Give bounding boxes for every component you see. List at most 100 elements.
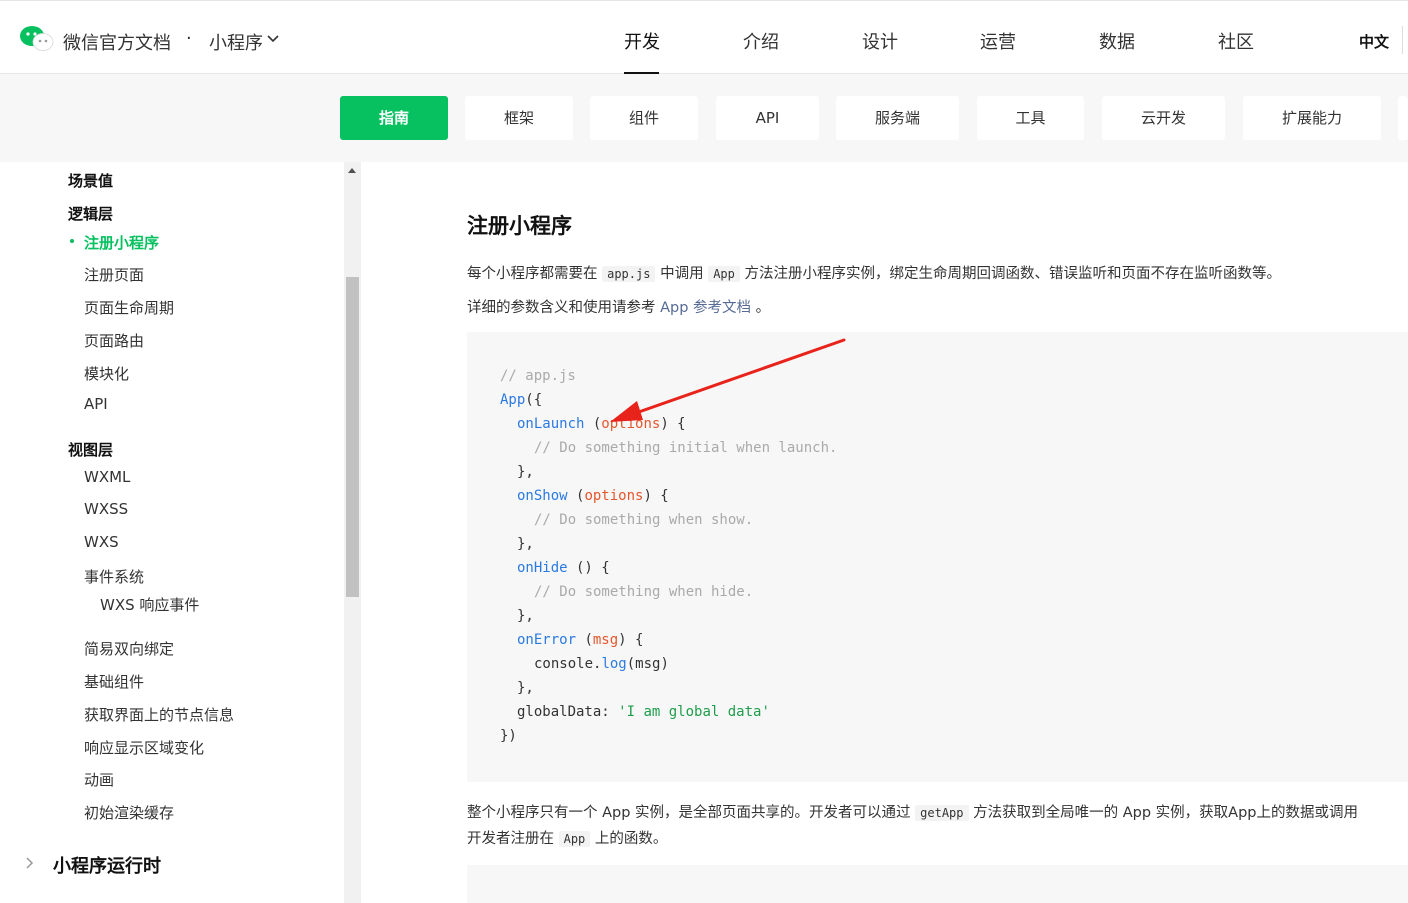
sidebar-item-page-route[interactable]: 页面路由 xyxy=(84,330,144,351)
code-line: console.log(msg) xyxy=(534,656,669,672)
code-text: ) { xyxy=(660,416,686,432)
code-line: }, xyxy=(517,464,534,480)
inline-code-app-2: App xyxy=(558,831,591,847)
code-comment: // Do something initial when launch. xyxy=(534,440,838,456)
app-instance-paragraph: 整个小程序只有一个 App 实例，是全部页面共享的。开发者可以通过 getApp… xyxy=(467,801,1358,822)
app-reference-link[interactable]: App 参考文档 xyxy=(660,300,751,316)
code-text: ( xyxy=(567,488,585,504)
tab-api[interactable]: API xyxy=(716,96,819,140)
brand-title[interactable]: 微信官方文档 xyxy=(63,29,171,55)
code-string: 'I am global data' xyxy=(618,704,770,720)
sidebar-item-modules[interactable]: 模块化 xyxy=(84,363,129,384)
sidebar-item-two-way-binding[interactable]: 简易双向绑定 xyxy=(84,638,174,659)
scroll-up-arrow-icon[interactable] xyxy=(348,168,356,173)
code-block-2 xyxy=(467,865,1408,903)
code-line: }, xyxy=(517,536,534,552)
nav-operation[interactable]: 运营 xyxy=(980,28,1016,54)
code-text: ({ xyxy=(525,392,543,408)
sidebar-item-wxml[interactable]: WXML xyxy=(84,468,130,486)
sidebar-item-scene[interactable]: 场景值 xyxy=(68,170,113,191)
intro-text-a: 每个小程序都需要在 xyxy=(467,266,598,282)
code-param: options xyxy=(584,488,644,504)
sidebar-item-page-lifecycle[interactable]: 页面生命周期 xyxy=(84,297,174,318)
inline-code-app: App xyxy=(708,266,740,282)
nav-data[interactable]: 数据 xyxy=(1099,28,1135,54)
app-instance-text-d: 上的函数。 xyxy=(594,831,668,847)
code-line: globalData: 'I am global data' xyxy=(517,704,770,720)
inline-code-app-js: app.js xyxy=(602,266,656,282)
code-comment: // Do something when hide. xyxy=(534,584,754,600)
code-text: ) { xyxy=(618,632,644,648)
tab-framework[interactable]: 框架 xyxy=(465,96,573,140)
code-line: onLaunch (options) { xyxy=(517,416,686,432)
tab-extensions[interactable]: 扩展能力 xyxy=(1243,96,1381,140)
code-text: globalData: xyxy=(517,704,619,720)
language-switch[interactable]: 中文 xyxy=(1359,31,1389,52)
code-text: ( xyxy=(576,632,593,648)
sidebar-item-event-system[interactable]: 事件系统 xyxy=(84,566,144,587)
code-param: options xyxy=(601,416,661,432)
code-line: onError (msg) { xyxy=(517,632,643,648)
code-line: }) xyxy=(500,728,517,744)
code-line: App({ xyxy=(500,392,542,408)
reference-text-b: 。 xyxy=(755,300,771,316)
chevron-right-icon[interactable] xyxy=(24,856,34,870)
nav-develop[interactable]: 开发 xyxy=(624,28,660,54)
wechat-logo-icon[interactable] xyxy=(19,25,55,53)
sidebar-item-wxs[interactable]: WXS xyxy=(84,533,119,551)
code-text: ( xyxy=(584,416,602,432)
code-text: console. xyxy=(534,656,602,672)
sidebar-item-register-page[interactable]: 注册页面 xyxy=(84,264,144,285)
intro-paragraph: 每个小程序都需要在 app.js 中调用 App 方法注册小程序实例，绑定生命周… xyxy=(467,262,1281,283)
product-switcher[interactable]: 小程序 xyxy=(209,29,263,55)
sidebar-item-wxs-response[interactable]: WXS 响应事件 xyxy=(100,594,199,615)
active-dot-icon xyxy=(70,239,74,243)
code-line: }, xyxy=(517,608,534,624)
main-content: 注册小程序 每个小程序都需要在 app.js 中调用 App 方法注册小程序实例… xyxy=(361,162,1408,903)
reference-paragraph: 详细的参数含义和使用请参考 App 参考文档 。 xyxy=(467,296,770,317)
scrollbar-thumb[interactable] xyxy=(346,277,359,597)
code-text: () { xyxy=(567,560,610,576)
sidebar-item-basic-components[interactable]: 基础组件 xyxy=(84,671,144,692)
chevron-down-icon[interactable] xyxy=(266,34,280,44)
app-instance-text-c: 开发者注册在 xyxy=(467,831,554,847)
header-divider xyxy=(1402,26,1403,54)
sidebar-item-api[interactable]: API xyxy=(84,395,108,413)
sidebar-item-initial-render-cache[interactable]: 初始渲染缓存 xyxy=(84,802,174,823)
intro-text-c: 方法注册小程序实例，绑定生命周期回调函数、错误监听和页面不存在监听函数等。 xyxy=(744,266,1281,282)
sidebar-item-node-info[interactable]: 获取界面上的节点信息 xyxy=(84,704,234,725)
code-fn: log xyxy=(601,656,627,672)
nav-intro[interactable]: 介绍 xyxy=(743,28,779,54)
tab-guide[interactable]: 指南 xyxy=(340,96,448,140)
code-param: msg xyxy=(592,632,619,648)
sidebar-item-register-app[interactable]: 注册小程序 xyxy=(84,232,159,253)
nav-community[interactable]: 社区 xyxy=(1218,28,1254,54)
code-text: (msg) xyxy=(626,656,669,672)
code-comment: // app.js xyxy=(500,368,576,384)
sidebar-item-view-layer[interactable]: 视图层 xyxy=(68,439,113,460)
inline-code-getapp: getApp xyxy=(915,805,969,821)
code-fn: onHide xyxy=(517,560,568,576)
code-fn: onShow xyxy=(517,488,568,504)
tab-cloud-dev[interactable]: 云开发 xyxy=(1102,96,1225,140)
sidebar: 场景值 逻辑层 注册小程序 注册页面 页面生命周期 页面路由 模块化 API 视… xyxy=(0,162,361,903)
sidebar-section-runtime[interactable]: 小程序运行时 xyxy=(53,852,161,878)
code-text: ) { xyxy=(643,488,669,504)
tab-components[interactable]: 组件 xyxy=(590,96,698,140)
reference-text-a: 详细的参数含义和使用请参考 xyxy=(467,300,656,316)
code-fn: App xyxy=(500,392,526,408)
sidebar-item-animation[interactable]: 动画 xyxy=(84,769,114,790)
code-fn: onLaunch xyxy=(517,416,585,432)
intro-text-b: 中调用 xyxy=(660,266,704,282)
nav-design[interactable]: 设计 xyxy=(862,28,898,54)
tab-tools[interactable]: 工具 xyxy=(977,96,1084,140)
tab-server[interactable]: 服务端 xyxy=(836,96,959,140)
tab-overflow[interactable] xyxy=(1398,96,1408,140)
app-instance-text-b: 方法获取到全局唯一的 App 实例，获取App上的数据或调用 xyxy=(973,805,1358,821)
sidebar-item-resize[interactable]: 响应显示区域变化 xyxy=(84,737,204,758)
sidebar-item-logic-layer[interactable]: 逻辑层 xyxy=(68,203,113,224)
code-fn: onError xyxy=(517,632,577,648)
code-line: onHide () { xyxy=(517,560,610,576)
sidebar-item-wxss[interactable]: WXSS xyxy=(84,500,128,518)
code-line: onShow (options) { xyxy=(517,488,669,504)
